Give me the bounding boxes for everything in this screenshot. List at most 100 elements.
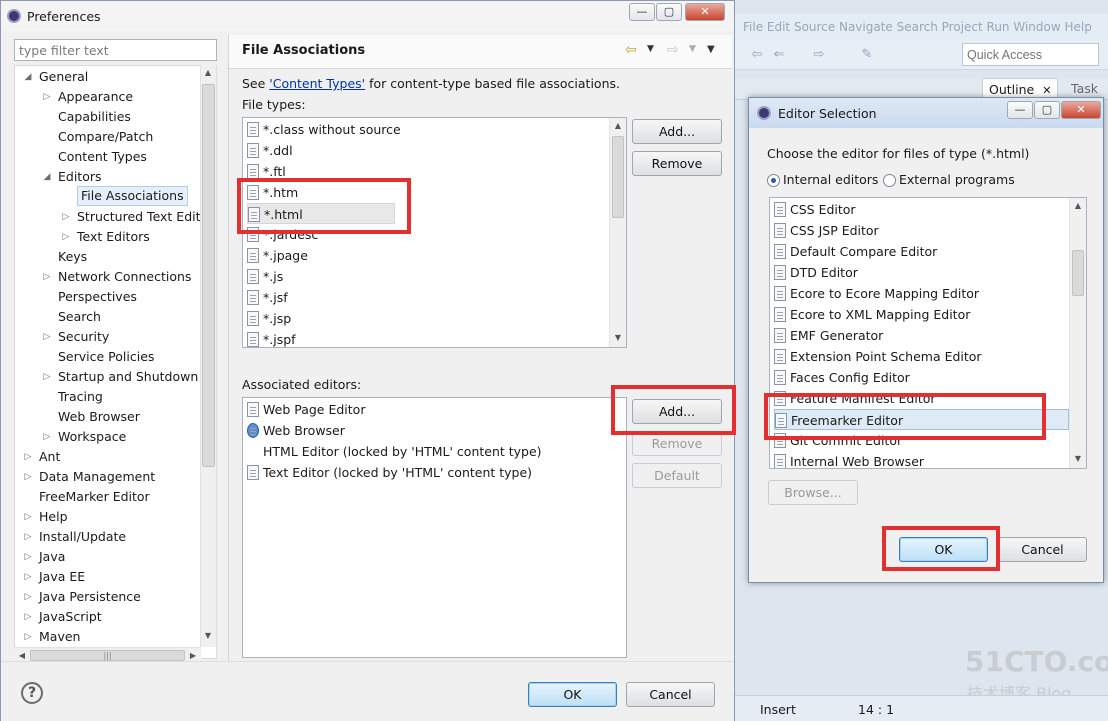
collapse-arrow-icon[interactable]: ▷	[23, 607, 33, 627]
tree-item[interactable]: ▷ Java Persistence	[15, 587, 205, 607]
tree-item[interactable]: ▷ JavaScript	[15, 607, 205, 627]
scroll-down-icon[interactable]: ▼	[1071, 454, 1085, 463]
collapse-arrow-icon[interactable]: ▷	[23, 567, 33, 587]
editor-row[interactable]: EMF Generator	[774, 325, 1069, 346]
tree-item[interactable]: Compare/Patch	[15, 127, 205, 147]
tree-item[interactable]: Tracing	[15, 387, 205, 407]
tree-item[interactable]: ▷ Text Editors	[15, 227, 205, 247]
tree-item[interactable]: ◢ General	[15, 67, 205, 87]
tree-item[interactable]: ▷ Install/Update	[15, 527, 205, 547]
close-icon[interactable]: ✕	[1042, 84, 1051, 97]
collapse-arrow-icon[interactable]: ▷	[42, 427, 52, 447]
tree-item[interactable]: Capabilities	[15, 107, 205, 127]
collapse-arrow-icon[interactable]: ▷	[61, 227, 71, 247]
file-type-row[interactable]: *.jpage	[247, 245, 602, 266]
tree-item[interactable]: File Associations	[15, 186, 205, 207]
file-type-row[interactable]: *.ddl	[247, 140, 602, 161]
external-programs-radio[interactable]	[883, 174, 896, 187]
minimize-button[interactable]: —	[1007, 101, 1033, 119]
maximize-button[interactable]: ▢	[1034, 101, 1060, 119]
tree-item[interactable]: ▷ Java EE	[15, 567, 205, 587]
collapse-arrow-icon[interactable]: ▷	[42, 367, 52, 387]
file-type-row[interactable]: *.html	[247, 203, 395, 224]
close-button[interactable]: ✕	[685, 3, 725, 21]
editor-row[interactable]: Git Commit Editor	[774, 430, 1069, 451]
tree-item[interactable]: Service Policies	[15, 347, 205, 367]
editor-row[interactable]: Ecore to Ecore Mapping Editor	[774, 283, 1069, 304]
cancel-button[interactable]: Cancel	[626, 682, 715, 707]
add-file-type-button[interactable]: Add...	[632, 119, 722, 144]
ok-button[interactable]: OK	[899, 537, 988, 562]
external-programs-label[interactable]: External programs	[899, 172, 1015, 187]
browse-button[interactable]: Browse...	[768, 480, 858, 505]
file-type-row[interactable]: *.htm	[247, 182, 602, 203]
associated-editor-row[interactable]: Text Editor (locked by 'HTML' content ty…	[247, 462, 532, 483]
pin-icon[interactable]: ✎	[859, 47, 875, 63]
file-type-row[interactable]: *.class without source	[247, 119, 602, 140]
ok-button[interactable]: OK	[528, 682, 617, 707]
editor-row[interactable]: Extension Point Schema Editor	[774, 346, 1069, 367]
editor-row[interactable]: CSS Editor	[774, 199, 1069, 220]
tree-item[interactable]: ▷ Security	[15, 327, 205, 347]
associated-editor-row[interactable]: HTML Editor (locked by 'HTML' content ty…	[247, 441, 542, 462]
editor-list[interactable]: ▲ ▼ CSS Editor CSS JSP Editor Default Comp…	[769, 197, 1087, 469]
scroll-right-icon[interactable]: ▶	[186, 651, 200, 660]
collapse-arrow-icon[interactable]: ▷	[42, 327, 52, 347]
forward-arrow-icon[interactable]: ⇨	[811, 47, 827, 63]
editor-list-scroll-thumb[interactable]	[1072, 250, 1084, 296]
close-button[interactable]: ✕	[1061, 101, 1101, 119]
remove-file-type-button[interactable]: Remove	[632, 151, 722, 176]
tree-item[interactable]: Keys	[15, 247, 205, 267]
cancel-button[interactable]: Cancel	[998, 537, 1087, 562]
internal-editors-radio[interactable]	[767, 174, 780, 187]
tree-item[interactable]: ▷ Data Management	[15, 467, 205, 487]
editor-row[interactable]: Default Compare Editor	[774, 241, 1069, 262]
back-arrow-icon[interactable]: ⇦	[625, 42, 637, 58]
minimize-button[interactable]: —	[629, 3, 655, 21]
file-type-row[interactable]: *.jardesc	[247, 224, 602, 245]
collapse-arrow-icon[interactable]: ▷	[23, 527, 33, 547]
editor-row[interactable]: Feature Manifest Editor	[774, 388, 1069, 409]
scroll-up-icon[interactable]: ▲	[201, 68, 215, 77]
editor-row[interactable]: CSS JSP Editor	[774, 220, 1069, 241]
back-arrow-icon[interactable]: ⇦	[749, 47, 765, 63]
collapse-arrow-icon[interactable]: ▷	[23, 447, 33, 467]
prev-edit-icon[interactable]: ⇐	[771, 47, 787, 63]
tree-item[interactable]: Web Browser	[15, 407, 205, 427]
editor-row[interactable]: DTD Editor	[774, 262, 1069, 283]
collapse-arrow-icon[interactable]: ▷	[61, 207, 71, 227]
collapse-arrow-icon[interactable]: ▷	[23, 547, 33, 567]
scroll-down-icon[interactable]: ▼	[201, 631, 215, 640]
add-editor-button[interactable]: Add...	[632, 399, 722, 424]
file-types-scroll-thumb[interactable]	[612, 136, 624, 218]
forward-arrow-icon[interactable]: ⇨	[667, 42, 679, 58]
tree-item[interactable]: ▷ Network Connections	[15, 267, 205, 287]
scroll-down-icon[interactable]: ▼	[611, 333, 625, 342]
editor-row[interactable]: Freemarker Editor	[774, 409, 1069, 430]
expand-arrow-icon[interactable]: ◢	[23, 67, 33, 87]
internal-editors-label[interactable]: Internal editors	[783, 172, 878, 187]
tree-item[interactable]: ▷ Ant	[15, 447, 205, 467]
expand-arrow-icon[interactable]: ◢	[42, 167, 52, 187]
tree-item[interactable]: Perspectives	[15, 287, 205, 307]
tree-item[interactable]: ▷ Appearance	[15, 87, 205, 107]
maximize-button[interactable]: ▢	[656, 3, 682, 21]
chevron-down-icon[interactable]: ▼	[647, 44, 654, 54]
file-types-scrollbar[interactable]: ▲ ▼	[609, 118, 626, 347]
scroll-left-icon[interactable]: ◀	[15, 651, 29, 660]
file-type-row[interactable]: *.ftl	[247, 161, 602, 182]
collapse-arrow-icon[interactable]: ▷	[23, 507, 33, 527]
tree-item[interactable]: ▷ Structured Text Editor	[15, 207, 214, 227]
scroll-up-icon[interactable]: ▲	[611, 121, 625, 130]
collapse-arrow-icon[interactable]: ▷	[23, 467, 33, 487]
tree-item[interactable]: Content Types	[15, 147, 205, 167]
filter-input[interactable]	[14, 39, 217, 61]
editor-list-scrollbar[interactable]: ▲ ▼	[1069, 198, 1086, 468]
collapse-arrow-icon[interactable]: ▷	[42, 267, 52, 287]
tree-item[interactable]: Search	[15, 307, 205, 327]
editor-row[interactable]: Ecore to XML Mapping Editor	[774, 304, 1069, 325]
associated-editors-list[interactable]: Web Page Editor Web Browser HTML Editor (l…	[242, 397, 627, 658]
help-icon[interactable]: ?	[21, 682, 43, 704]
collapse-arrow-icon[interactable]: ▷	[42, 87, 52, 107]
tree-item[interactable]: ▷ Startup and Shutdown	[15, 367, 205, 387]
